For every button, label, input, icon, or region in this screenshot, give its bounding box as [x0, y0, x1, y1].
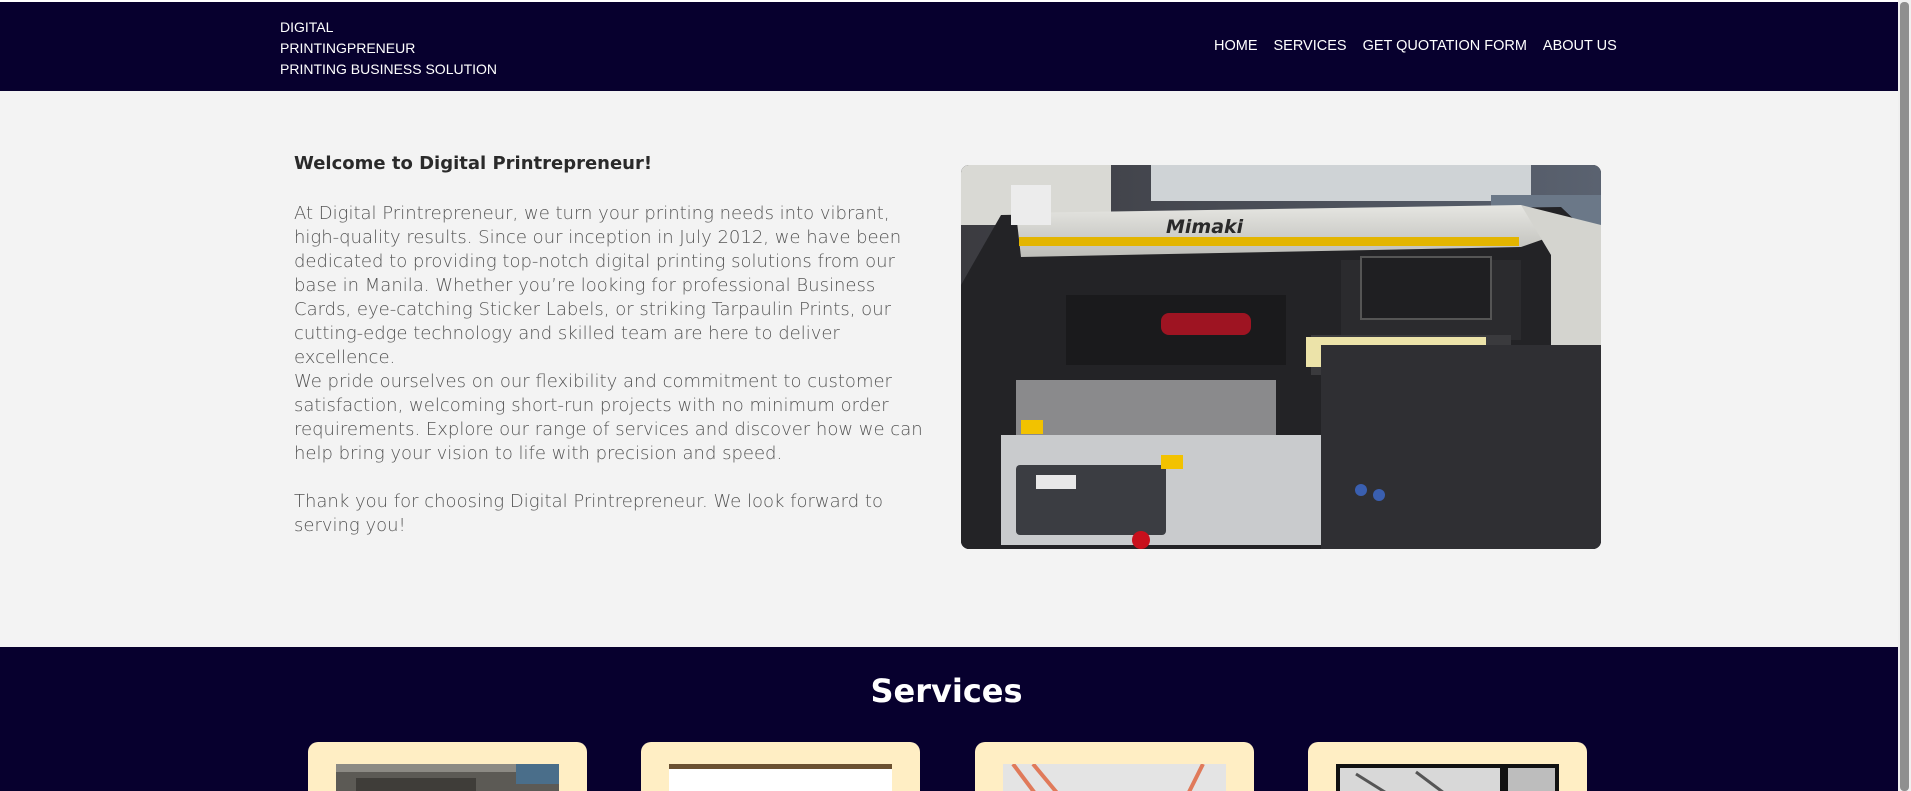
service-thumb-2: [669, 764, 892, 791]
service-card-4-image: [1336, 764, 1559, 791]
brand-line-1: DIGITAL: [280, 19, 334, 35]
printer-illustration: Mimaki: [961, 165, 1601, 549]
main-nav: HOME SERVICES GET QUOTATION FORM ABOUT U…: [1214, 38, 1617, 54]
service-card-1-image: [336, 764, 559, 791]
service-card-3-image: [1003, 764, 1226, 791]
service-card-4[interactable]: [1308, 742, 1587, 791]
brand-line-3: PRINTING BUSINESS SOLUTION: [280, 61, 498, 77]
service-card-2[interactable]: [641, 742, 920, 791]
nav-services-link[interactable]: SERVICES: [1274, 38, 1347, 54]
service-card-3[interactable]: [975, 742, 1254, 791]
nav-about-link[interactable]: ABOUT US: [1543, 38, 1617, 54]
intro-paragraph-3: Thank you for choosing Digital Printrepr…: [294, 491, 883, 536]
service-thumb-4: [1336, 764, 1559, 791]
intro-paragraph-2: We pride ourselves on our flexibility an…: [294, 371, 923, 464]
site-logo[interactable]: DIGITAL PRINTINGPRENEUR PRINTING BUSINES…: [280, 17, 497, 80]
mimaki-logo: Mimaki: [1166, 216, 1244, 238]
nav-home-link[interactable]: HOME: [1214, 38, 1258, 54]
intro-paragraph-1: At Digital Printrepreneur, we turn your …: [294, 203, 902, 368]
service-thumb-1: [336, 764, 559, 791]
services-heading: Services: [870, 672, 1023, 710]
site-header: DIGITAL PRINTINGPRENEUR PRINTING BUSINES…: [0, 2, 1898, 91]
service-card-1[interactable]: [308, 742, 587, 791]
welcome-heading: Welcome to Digital Printrepreneur!: [294, 153, 653, 174]
scrollbar-thumb[interactable]: [1900, 2, 1909, 791]
nav-quotation-link[interactable]: GET QUOTATION FORM: [1363, 38, 1527, 54]
intro-section: Welcome to Digital Printrepreneur! At Di…: [0, 91, 1898, 647]
service-thumb-3: [1003, 764, 1226, 791]
service-card-2-image: [669, 764, 892, 791]
printer-photo: Mimaki: [961, 165, 1601, 549]
services-section: Services: [0, 647, 1898, 791]
brand-line-2: PRINTINGPRENEUR: [280, 40, 416, 56]
